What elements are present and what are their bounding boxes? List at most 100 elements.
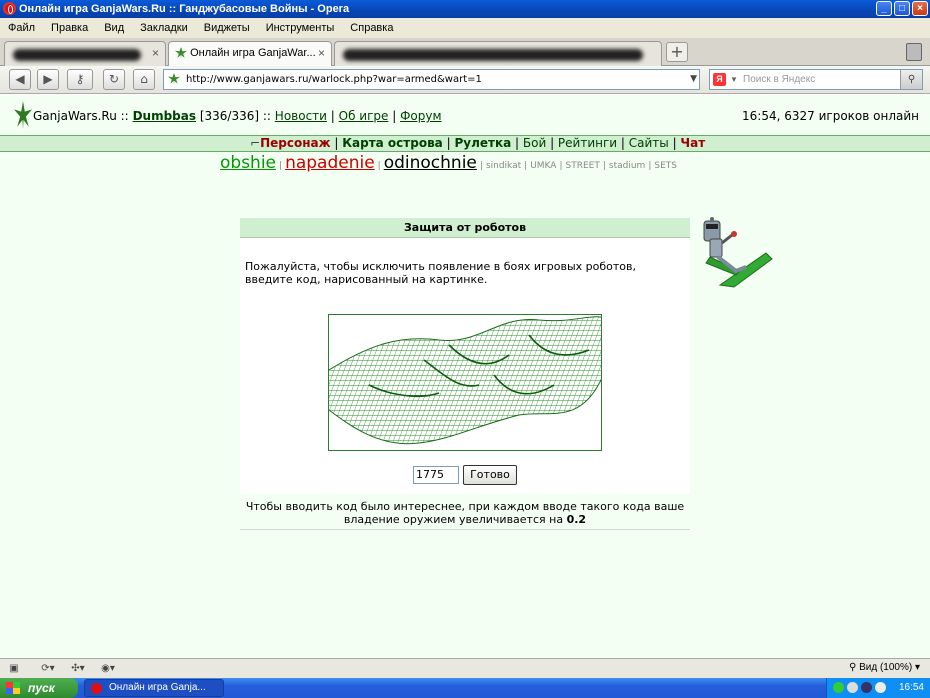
subnav-street[interactable]: STREET bbox=[566, 161, 600, 171]
subnav-stadium[interactable]: stadium bbox=[609, 161, 645, 171]
taskbar-item-label: Онлайн игра Ganja... bbox=[109, 682, 206, 693]
forum-link[interactable]: Форум bbox=[400, 109, 441, 123]
nav-ratings[interactable]: Рейтинги bbox=[558, 136, 617, 150]
game-nav: ⌐Персонаж | Карта острова | Рулетка | Бо… bbox=[0, 135, 930, 152]
tray-app-icon[interactable] bbox=[861, 682, 872, 693]
new-tab-button[interactable]: + bbox=[666, 42, 688, 62]
captcha-title: Защита от роботов bbox=[240, 218, 690, 238]
menu-bookmarks[interactable]: Закладки bbox=[132, 18, 196, 38]
battle-subnav: obshie | napadenie | odinochnie | sindikat | UMK… bbox=[220, 153, 677, 173]
windows-taskbar: пуск Онлайн игра Ganja... 16:54 bbox=[0, 678, 930, 698]
online-status: 16:54, 6327 игроков онлайн bbox=[742, 109, 919, 123]
tray-volume-icon[interactable] bbox=[875, 682, 886, 693]
yandex-icon: Я bbox=[713, 73, 726, 86]
system-tray: 16:54 bbox=[826, 678, 930, 698]
captcha-panel: Защита от роботов Пожалуйста, чтобы искл… bbox=[240, 218, 690, 530]
clock: 16:54 bbox=[898, 682, 924, 693]
menu-widgets[interactable]: Виджеты bbox=[196, 18, 258, 38]
nav-sites[interactable]: Сайты bbox=[629, 136, 669, 150]
turbo-icon[interactable]: ◉▾ bbox=[100, 661, 116, 676]
subnav-napadenie[interactable]: napadenie bbox=[285, 153, 375, 173]
subnav-umka[interactable]: UMKA bbox=[530, 161, 556, 171]
address-bar[interactable]: http://www.ganjawars.ru/warlock.php?war=… bbox=[163, 69, 700, 90]
start-button[interactable]: пуск bbox=[0, 678, 78, 698]
tab-bar: × Онлайн игра GanjaWar... × + bbox=[0, 38, 930, 67]
captcha-footer: Чтобы вводить код было интереснее, при к… bbox=[240, 494, 690, 530]
redacted-tab-title bbox=[13, 49, 141, 61]
maximize-button[interactable]: □ bbox=[894, 1, 910, 16]
captcha-mesh bbox=[329, 316, 601, 445]
menu-edit[interactable]: Правка bbox=[43, 18, 96, 38]
window-titlebar: Онлайн игра GanjaWars.Ru :: Ганджубасовы… bbox=[0, 0, 930, 18]
sync-icon[interactable]: ⟳▾ bbox=[40, 661, 56, 676]
browser-statusbar: ▣ ⟳▾ ✣▾ ◉▾ ⚲ Вид (100%) ▾ bbox=[0, 658, 930, 678]
window-title: Онлайн игра GanjaWars.Ru :: Ганджубасовы… bbox=[19, 3, 350, 15]
tab-redacted-2[interactable] bbox=[334, 41, 662, 66]
redacted-tab-title bbox=[343, 49, 643, 61]
search-engine-dropdown-icon[interactable]: ▼ bbox=[730, 70, 738, 89]
tray-network-icon[interactable] bbox=[847, 682, 858, 693]
subnav-sets[interactable]: SETS bbox=[654, 161, 677, 171]
subnav-sindikat[interactable]: sindikat bbox=[486, 161, 521, 171]
subnav-obshie[interactable]: obshie bbox=[220, 153, 276, 173]
menu-file[interactable]: Файл bbox=[0, 18, 43, 38]
menu-bar: Файл Правка Вид Закладки Виджеты Инструм… bbox=[0, 18, 930, 38]
user-link[interactable]: Dumbbas bbox=[133, 109, 196, 123]
menu-tools[interactable]: Инструменты bbox=[258, 18, 343, 38]
gun-icon: ⌐ bbox=[250, 136, 261, 150]
wand-key-button[interactable]: ⚷ bbox=[67, 69, 93, 90]
back-button[interactable]: ◀ bbox=[9, 69, 31, 90]
nav-roulette[interactable]: Рулетка bbox=[454, 136, 511, 150]
menu-view[interactable]: Вид bbox=[96, 18, 132, 38]
news-link[interactable]: Новости bbox=[275, 109, 327, 123]
nav-battle[interactable]: Бой bbox=[523, 136, 546, 150]
nav-chat[interactable]: Чат bbox=[680, 136, 705, 150]
reload-button[interactable]: ↻ bbox=[103, 69, 125, 90]
close-tab-icon[interactable]: × bbox=[152, 42, 159, 65]
site-favicon-icon bbox=[168, 73, 180, 85]
search-field[interactable]: Я ▼ Поиск в Яндекс ⚲ bbox=[709, 69, 923, 90]
separator: :: bbox=[262, 109, 271, 123]
nav-toolbar: ◀ ▶ ⚷ ↻ ⌂ http://www.ganjawars.ru/warloc… bbox=[0, 66, 930, 94]
captcha-submit-button[interactable]: Готово bbox=[463, 465, 517, 485]
site-brand: GanjaWars.Ru bbox=[33, 109, 117, 123]
ganja-favicon-icon bbox=[175, 47, 187, 60]
menu-help[interactable]: Справка bbox=[342, 18, 401, 38]
trash-icon[interactable] bbox=[906, 43, 922, 61]
zoom-level[interactable]: Вид (100%) bbox=[859, 662, 912, 673]
search-placeholder: Поиск в Яндекс bbox=[743, 74, 816, 85]
unite-icon[interactable]: ✣▾ bbox=[70, 661, 86, 676]
robot-lounger-icon bbox=[703, 217, 773, 288]
site-header: GanjaWars.Ru :: Dumbbas [336/336] :: Нов… bbox=[0, 95, 930, 135]
windows-flag-icon bbox=[6, 682, 20, 694]
panel-toggle-icon[interactable]: ▣ bbox=[6, 661, 22, 676]
captcha-code-input[interactable]: 1775 bbox=[413, 466, 459, 484]
home-button[interactable]: ⌂ bbox=[133, 69, 155, 90]
address-url: http://www.ganjawars.ru/warlock.php?war=… bbox=[186, 74, 482, 85]
separator: :: bbox=[120, 109, 129, 123]
tray-green-icon[interactable] bbox=[833, 682, 844, 693]
search-icon[interactable]: ⚲ bbox=[900, 70, 922, 89]
tab-redacted-1[interactable]: × bbox=[4, 41, 166, 66]
user-hp: [336/336] bbox=[199, 109, 260, 123]
zoom-dropdown-icon[interactable]: ▾ bbox=[915, 662, 920, 673]
opera-icon bbox=[91, 683, 102, 694]
tab-active-label: Онлайн игра GanjaWar... bbox=[190, 47, 316, 59]
address-dropdown-icon[interactable]: ▼ bbox=[690, 70, 697, 89]
page-content: GanjaWars.Ru :: Dumbbas [336/336] :: Нов… bbox=[0, 95, 930, 658]
about-link[interactable]: Об игре bbox=[339, 109, 389, 123]
tab-active[interactable]: Онлайн игра GanjaWar... × bbox=[168, 41, 332, 67]
captcha-footer-text: Чтобы вводить код было интереснее, при к… bbox=[245, 500, 685, 526]
captcha-footer-value: 0.2 bbox=[566, 513, 587, 526]
opera-icon bbox=[3, 2, 16, 15]
minimize-button[interactable]: _ bbox=[876, 1, 892, 16]
start-label: пуск bbox=[28, 681, 55, 695]
subnav-odinochnie[interactable]: odinochnie bbox=[384, 153, 477, 173]
nav-island-map[interactable]: Карта острова bbox=[342, 136, 443, 150]
nav-character[interactable]: Персонаж bbox=[260, 136, 330, 150]
captcha-image bbox=[328, 314, 602, 451]
close-window-button[interactable]: × bbox=[912, 1, 928, 16]
forward-button[interactable]: ▶ bbox=[37, 69, 59, 90]
close-tab-icon[interactable]: × bbox=[318, 42, 325, 65]
taskbar-opera-item[interactable]: Онлайн игра Ganja... bbox=[84, 679, 224, 697]
